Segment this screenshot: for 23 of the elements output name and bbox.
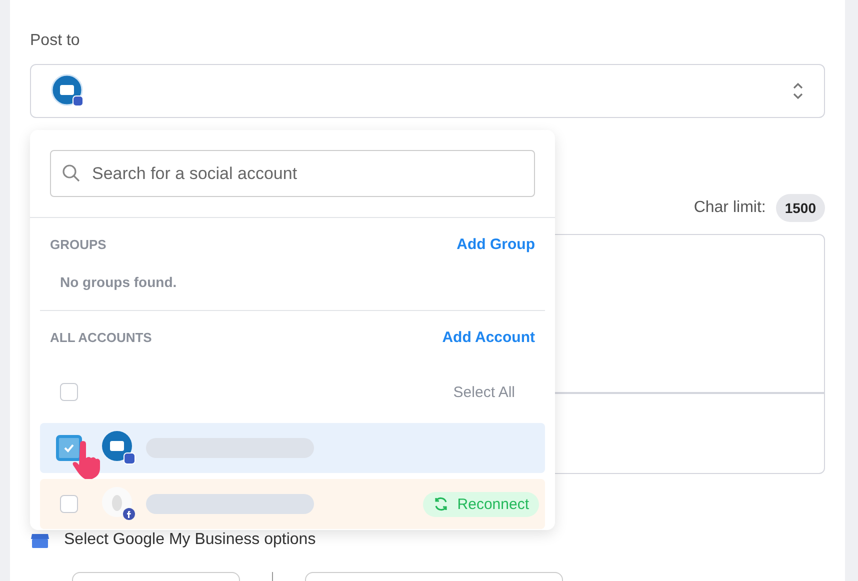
account-select[interactable] (30, 64, 825, 118)
char-limit-label: Char limit: (694, 199, 766, 217)
store-avatar-icon (51, 74, 85, 108)
search-field[interactable]: Search for a social account (50, 150, 535, 197)
add-group-link[interactable]: Add Group (456, 236, 535, 252)
char-limit-count: 1500 (776, 194, 825, 222)
field-label: Post to (30, 31, 81, 51)
user-avatar-icon (102, 487, 136, 521)
checkbox[interactable] (60, 383, 78, 401)
section-label: Select Google My Business options (64, 531, 316, 549)
account-row[interactable]: Reconnect (40, 479, 545, 529)
empty-message: No groups found. (59, 273, 178, 292)
chevron-updown-icon (792, 81, 804, 101)
refresh-icon (433, 496, 450, 512)
checkbox[interactable] (56, 435, 82, 461)
select-all-label[interactable]: Select All (453, 384, 515, 400)
section-heading: ALL ACCOUNTS (50, 330, 152, 344)
section-heading: GROUPS (50, 236, 106, 252)
add-account-link[interactable]: Add Account (442, 328, 535, 346)
checkbox[interactable] (60, 495, 78, 513)
store-avatar-icon (102, 431, 136, 465)
reconnect-button[interactable]: Reconnect (423, 492, 539, 516)
account-row[interactable] (40, 423, 545, 473)
